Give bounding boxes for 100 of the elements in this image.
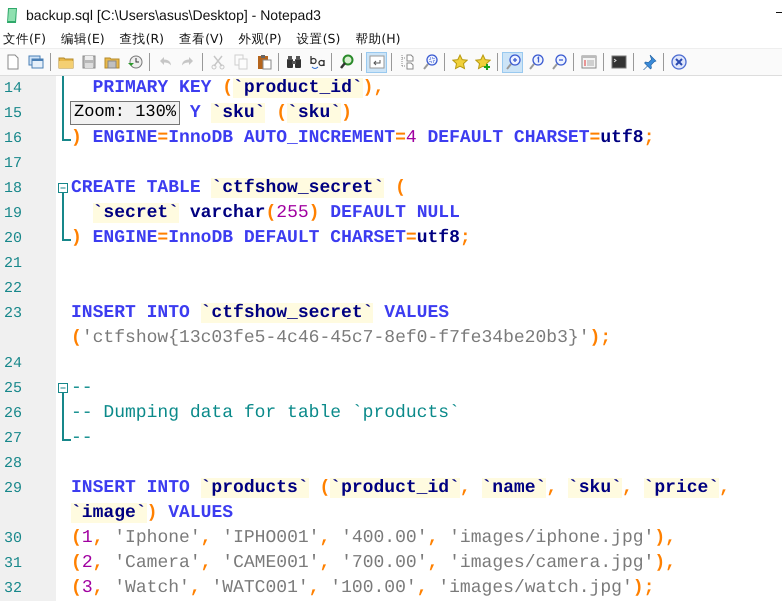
toolbar-button[interactable] bbox=[366, 52, 387, 72]
sql-number: 3 bbox=[82, 578, 93, 598]
sql-comment: -- bbox=[71, 428, 93, 448]
sql-punctuation: ( bbox=[71, 528, 82, 548]
sql-keyword: INSERT INTO bbox=[71, 303, 191, 323]
replace-icon bbox=[308, 54, 324, 70]
sql-string: 'Watch' bbox=[114, 578, 190, 598]
sql-number: 1 bbox=[82, 528, 93, 548]
sql-string: '700.00' bbox=[341, 553, 428, 573]
line-number: 30 bbox=[0, 526, 56, 551]
sql-type: utf8 bbox=[416, 228, 460, 248]
sql-identifier: `price` bbox=[644, 478, 720, 498]
sql-string: 'images/watch.jpg' bbox=[438, 578, 633, 598]
sql-punctuation: , bbox=[460, 478, 472, 498]
sql-punctuation: ), bbox=[654, 553, 676, 573]
sql-punctuation: = bbox=[590, 128, 600, 148]
menu-item[interactable]: 查找(R) bbox=[116, 30, 170, 48]
sql-string: 'images/iphone.jpg' bbox=[449, 528, 654, 548]
menu-item[interactable]: 设置(S) bbox=[294, 30, 346, 48]
sql-string: 'CAME001' bbox=[222, 553, 320, 573]
line-number: 27 bbox=[0, 426, 56, 451]
sql-identifier: `sku` bbox=[287, 103, 342, 123]
sql-punctuation: ; bbox=[460, 228, 471, 248]
zoom-reset-icon bbox=[528, 54, 544, 70]
line-number: 19 bbox=[0, 201, 56, 226]
line-number: 29 bbox=[0, 476, 56, 501]
star-plus-icon bbox=[474, 54, 490, 70]
sql-identifier: `product_id` bbox=[233, 78, 363, 98]
zoom-out-icon bbox=[550, 54, 566, 70]
sql-punctuation: , bbox=[200, 528, 212, 548]
copy-icon bbox=[232, 54, 248, 70]
sql-punctuation: , bbox=[319, 553, 332, 573]
sql-string: 'Iphone' bbox=[114, 528, 201, 548]
menu-item[interactable]: 帮助(H) bbox=[352, 30, 407, 48]
sql-type: varchar bbox=[188, 203, 266, 223]
line-number: 22 bbox=[0, 276, 56, 301]
sql-punctuation: ( bbox=[265, 203, 276, 223]
sql-punctuation: ( bbox=[222, 78, 234, 98]
sql-string: 'Camera' bbox=[114, 553, 201, 573]
sql-punctuation: = bbox=[157, 228, 168, 248]
window-list-icon bbox=[580, 54, 596, 70]
menu-item[interactable]: 外观(P) bbox=[235, 30, 288, 48]
sql-punctuation: , bbox=[92, 553, 104, 573]
magnifier-icon bbox=[338, 54, 354, 70]
menu-item[interactable]: 查看(V) bbox=[176, 30, 230, 48]
fold-toggle-icon[interactable] bbox=[58, 183, 68, 201]
sql-punctuation: ), bbox=[654, 528, 676, 548]
sql-identifier: `image` bbox=[71, 503, 147, 523]
sql-punctuation: = bbox=[395, 128, 406, 148]
sql-string: '100.00' bbox=[330, 578, 417, 598]
zoom-fit-icon bbox=[422, 54, 438, 70]
menu-item[interactable]: 文件(F) bbox=[0, 30, 52, 48]
word-wrap-icon bbox=[368, 54, 384, 70]
sql-identifier: `sku` bbox=[211, 103, 266, 123]
sql-punctuation: , bbox=[190, 578, 202, 598]
star-icon bbox=[452, 54, 468, 70]
sql-keyword: VALUES bbox=[168, 503, 234, 523]
sql-identifier: `secret` bbox=[92, 203, 180, 223]
sql-punctuation: , bbox=[719, 478, 730, 498]
sql-string: 'IPHO001' bbox=[222, 528, 320, 548]
sql-punctuation: = bbox=[157, 128, 168, 148]
sql-identifier: `name` bbox=[482, 478, 546, 498]
tree-icon bbox=[398, 54, 414, 70]
close-icon bbox=[670, 54, 686, 70]
line-number: 16 bbox=[0, 126, 56, 151]
sql-number: 4 bbox=[406, 128, 417, 148]
sql-punctuation: ( bbox=[71, 553, 82, 573]
menu-item[interactable]: 编辑(E) bbox=[58, 30, 111, 48]
terminal-icon bbox=[610, 54, 626, 70]
sql-keyword: ENGINE bbox=[92, 228, 158, 248]
sql-keyword: DEFAULT NULL bbox=[329, 203, 460, 223]
sql-punctuation: ) bbox=[341, 103, 352, 123]
line-number: 24 bbox=[0, 351, 56, 376]
sql-keyword: Y bbox=[190, 103, 202, 123]
sql-punctuation: ), bbox=[362, 78, 384, 98]
sql-punctuation: , bbox=[622, 478, 634, 498]
fold-toggle-icon[interactable] bbox=[58, 383, 68, 401]
sql-string: 'images/camera.jpg' bbox=[449, 553, 654, 573]
sql-punctuation: , bbox=[428, 528, 440, 548]
sql-punctuation: , bbox=[546, 478, 558, 498]
sql-punctuation: ( bbox=[275, 103, 288, 123]
line-number: 15 bbox=[0, 101, 56, 126]
sql-identifier: `ctfshow_secret` bbox=[200, 303, 374, 323]
notepad-icon bbox=[6, 8, 18, 22]
sql-punctuation: ); bbox=[590, 328, 612, 348]
sql-punctuation: ) bbox=[146, 503, 158, 523]
sql-string: '400.00' bbox=[341, 528, 428, 548]
line-number: 23 bbox=[0, 301, 56, 326]
sql-punctuation: = bbox=[406, 228, 417, 248]
toolbar-button[interactable] bbox=[502, 52, 523, 72]
line-number: 28 bbox=[0, 451, 56, 476]
sql-punctuation: , bbox=[428, 553, 440, 573]
sql-string: 'ctfshow{13c03fe5-4c46-45c7-8ef0-f7fe34be20b3}' bbox=[82, 328, 590, 348]
sql-punctuation: , bbox=[200, 553, 212, 573]
document-icon bbox=[4, 54, 20, 70]
sql-punctuation: ) bbox=[71, 228, 83, 248]
scissors-icon bbox=[210, 54, 226, 70]
sql-keyword: VALUES bbox=[383, 303, 450, 323]
sql-keyword: InnoDB AUTO_INCREMENT bbox=[168, 128, 396, 148]
sql-punctuation: ) bbox=[308, 203, 320, 223]
